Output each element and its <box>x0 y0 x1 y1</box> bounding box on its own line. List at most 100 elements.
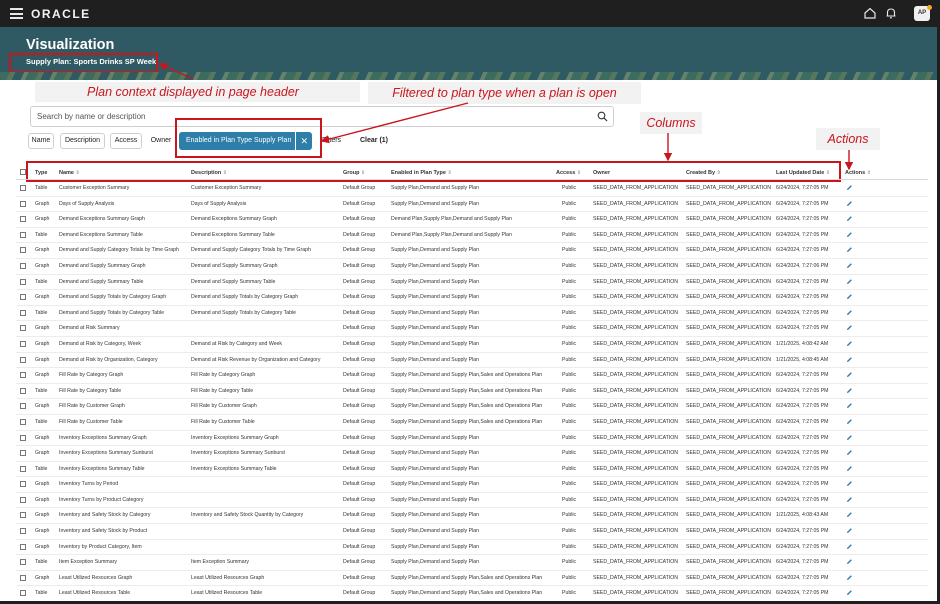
home-icon[interactable] <box>863 6 877 20</box>
row-checkbox[interactable] <box>20 450 26 457</box>
row-checkbox[interactable] <box>20 543 26 550</box>
edit-pencil-icon[interactable] <box>846 527 853 534</box>
search-input[interactable]: Search by name or description <box>30 106 614 127</box>
edit-pencil-icon[interactable] <box>846 231 853 238</box>
row-checkbox[interactable] <box>20 340 26 347</box>
edit-pencil-icon[interactable] <box>846 480 853 487</box>
row-checkbox[interactable] <box>20 528 26 535</box>
hamburger-menu-icon[interactable] <box>10 8 23 19</box>
row-checkbox[interactable] <box>20 496 26 503</box>
row-checkbox[interactable] <box>20 309 26 316</box>
filter-chip-description[interactable]: Description <box>60 133 105 149</box>
edit-pencil-icon[interactable] <box>846 246 853 253</box>
table-row[interactable]: Graph Least Utilized Resources Graph Least… <box>16 571 928 587</box>
table-row[interactable]: Graph Demand and Supply Summary Graph Dema… <box>16 259 928 275</box>
row-checkbox[interactable] <box>20 403 26 410</box>
row-checkbox[interactable] <box>20 278 26 285</box>
edit-pencil-icon[interactable] <box>846 293 853 300</box>
row-checkbox[interactable] <box>20 216 26 223</box>
column-header-description[interactable]: Description ⇳ <box>191 170 227 176</box>
table-row[interactable]: Graph Demand at Risk Summary Default Group… <box>16 321 928 337</box>
filters-button[interactable]: Filters <box>322 137 341 144</box>
table-row[interactable]: Graph Inventory and Safety Stock by Produ… <box>16 524 928 540</box>
edit-pencil-icon[interactable] <box>846 309 853 316</box>
row-checkbox[interactable] <box>20 200 26 207</box>
edit-pencil-icon[interactable] <box>846 371 853 378</box>
column-header-enabled-in-plan-type[interactable]: Enabled in Plan Type ⇳ <box>391 170 452 176</box>
table-row[interactable]: Graph Demand Exceptions Summary Graph Dema… <box>16 212 928 228</box>
edit-pencil-icon[interactable] <box>846 278 853 285</box>
edit-pencil-icon[interactable] <box>846 402 853 409</box>
column-header-type[interactable]: Type <box>35 170 47 176</box>
table-row[interactable]: Table Demand Exceptions Summary Table Dema… <box>16 228 928 244</box>
table-row[interactable]: Table Fill Rate by Customer Table Fill Rat… <box>16 415 928 431</box>
table-row[interactable]: Table Least Utilized Resources Table Least… <box>16 586 928 603</box>
column-header-actions[interactable]: Actions ⇳ <box>845 170 871 176</box>
table-row[interactable]: Graph Inventory Turns by Product Category… <box>16 493 928 509</box>
row-checkbox[interactable] <box>20 262 26 269</box>
row-checkbox[interactable] <box>20 512 26 519</box>
filter-chip-access[interactable]: Access <box>110 133 142 149</box>
edit-pencil-icon[interactable] <box>846 511 853 518</box>
table-row[interactable]: Graph Demand and Supply Totals by Categor… <box>16 290 928 306</box>
edit-pencil-icon[interactable] <box>846 496 853 503</box>
edit-pencil-icon[interactable] <box>846 184 853 191</box>
row-checkbox[interactable] <box>20 387 26 394</box>
search-icon[interactable] <box>597 111 608 122</box>
edit-pencil-icon[interactable] <box>846 434 853 441</box>
row-checkbox[interactable] <box>20 559 26 566</box>
edit-pencil-icon[interactable] <box>846 356 853 363</box>
column-header-access[interactable]: Access ⇳ <box>556 170 581 176</box>
row-checkbox[interactable] <box>20 434 26 441</box>
table-row[interactable]: Graph Inventory by Product Category, Item… <box>16 540 928 556</box>
table-row[interactable]: Graph Demand and Supply Category Totals b… <box>16 243 928 259</box>
column-header-last-updated-date[interactable]: Last Updated Date ⇳ <box>776 170 830 176</box>
select-all-checkbox[interactable] <box>20 169 26 175</box>
edit-pencil-icon[interactable] <box>846 574 853 581</box>
row-checkbox[interactable] <box>20 294 26 301</box>
table-row[interactable]: Table Item Exception Summary Item Exceptio… <box>16 555 928 571</box>
edit-pencil-icon[interactable] <box>846 215 853 222</box>
row-checkbox[interactable] <box>20 247 26 254</box>
table-row[interactable]: Graph Inventory and Safety Stock by Categ… <box>16 508 928 525</box>
clear-filters-button[interactable]: Clear (1) <box>360 137 388 144</box>
row-checkbox[interactable] <box>20 418 26 425</box>
edit-pencil-icon[interactable] <box>846 387 853 394</box>
edit-pencil-icon[interactable] <box>846 418 853 425</box>
table-row[interactable]: Graph Inventory Turns by Period Default Gr… <box>16 477 928 493</box>
edit-pencil-icon[interactable] <box>846 465 853 472</box>
table-row[interactable]: Graph Inventory Exceptions Summary Sunbur… <box>16 446 928 462</box>
edit-pencil-icon[interactable] <box>846 589 853 596</box>
row-checkbox[interactable] <box>20 185 26 191</box>
column-header-owner[interactable]: Owner <box>593 170 610 176</box>
row-checkbox[interactable] <box>20 372 26 379</box>
row-checkbox[interactable] <box>20 465 26 472</box>
row-checkbox[interactable] <box>20 590 26 597</box>
row-checkbox[interactable] <box>20 356 26 363</box>
edit-pencil-icon[interactable] <box>846 324 853 331</box>
table-row[interactable]: Graph Fill Rate by Category Graph Fill Rat… <box>16 368 928 384</box>
bell-icon[interactable] <box>884 6 898 20</box>
table-row[interactable]: Graph Demand at Risk by Organization, Cat… <box>16 353 928 369</box>
row-checkbox[interactable] <box>20 231 26 238</box>
edit-pencil-icon[interactable] <box>846 200 853 207</box>
row-checkbox[interactable] <box>20 574 26 581</box>
column-header-group[interactable]: Group ⇳ <box>343 170 365 176</box>
table-row[interactable]: Table Customer Exception Summary Customer … <box>16 181 928 197</box>
column-header-created-by[interactable]: Created By ⇳ <box>686 170 721 176</box>
table-row[interactable]: Table Inventory Exceptions Summary Table I… <box>16 462 928 478</box>
edit-pencil-icon[interactable] <box>846 558 853 565</box>
table-row[interactable]: Table Fill Rate by Category Table Fill Rat… <box>16 384 928 400</box>
edit-pencil-icon[interactable] <box>846 449 853 456</box>
table-row[interactable]: Table Demand and Supply Totals by Categor… <box>16 306 928 322</box>
table-row[interactable]: Table Demand and Supply Summary Table Dema… <box>16 275 928 291</box>
column-header-name[interactable]: Name ⇳ <box>59 170 80 176</box>
table-row[interactable]: Graph Fill Rate by Customer Graph Fill Rat… <box>16 399 928 415</box>
edit-pencil-icon[interactable] <box>846 543 853 550</box>
edit-pencil-icon[interactable] <box>846 262 853 269</box>
table-row[interactable]: Graph Inventory Exceptions Summary Graph I… <box>16 431 928 447</box>
table-row[interactable]: Graph Days of Supply Analysis Days of Supp… <box>16 197 928 213</box>
filter-chip-name[interactable]: Name <box>28 133 54 149</box>
row-checkbox[interactable] <box>20 481 26 488</box>
filter-chip-owner[interactable]: Owner <box>147 133 175 149</box>
